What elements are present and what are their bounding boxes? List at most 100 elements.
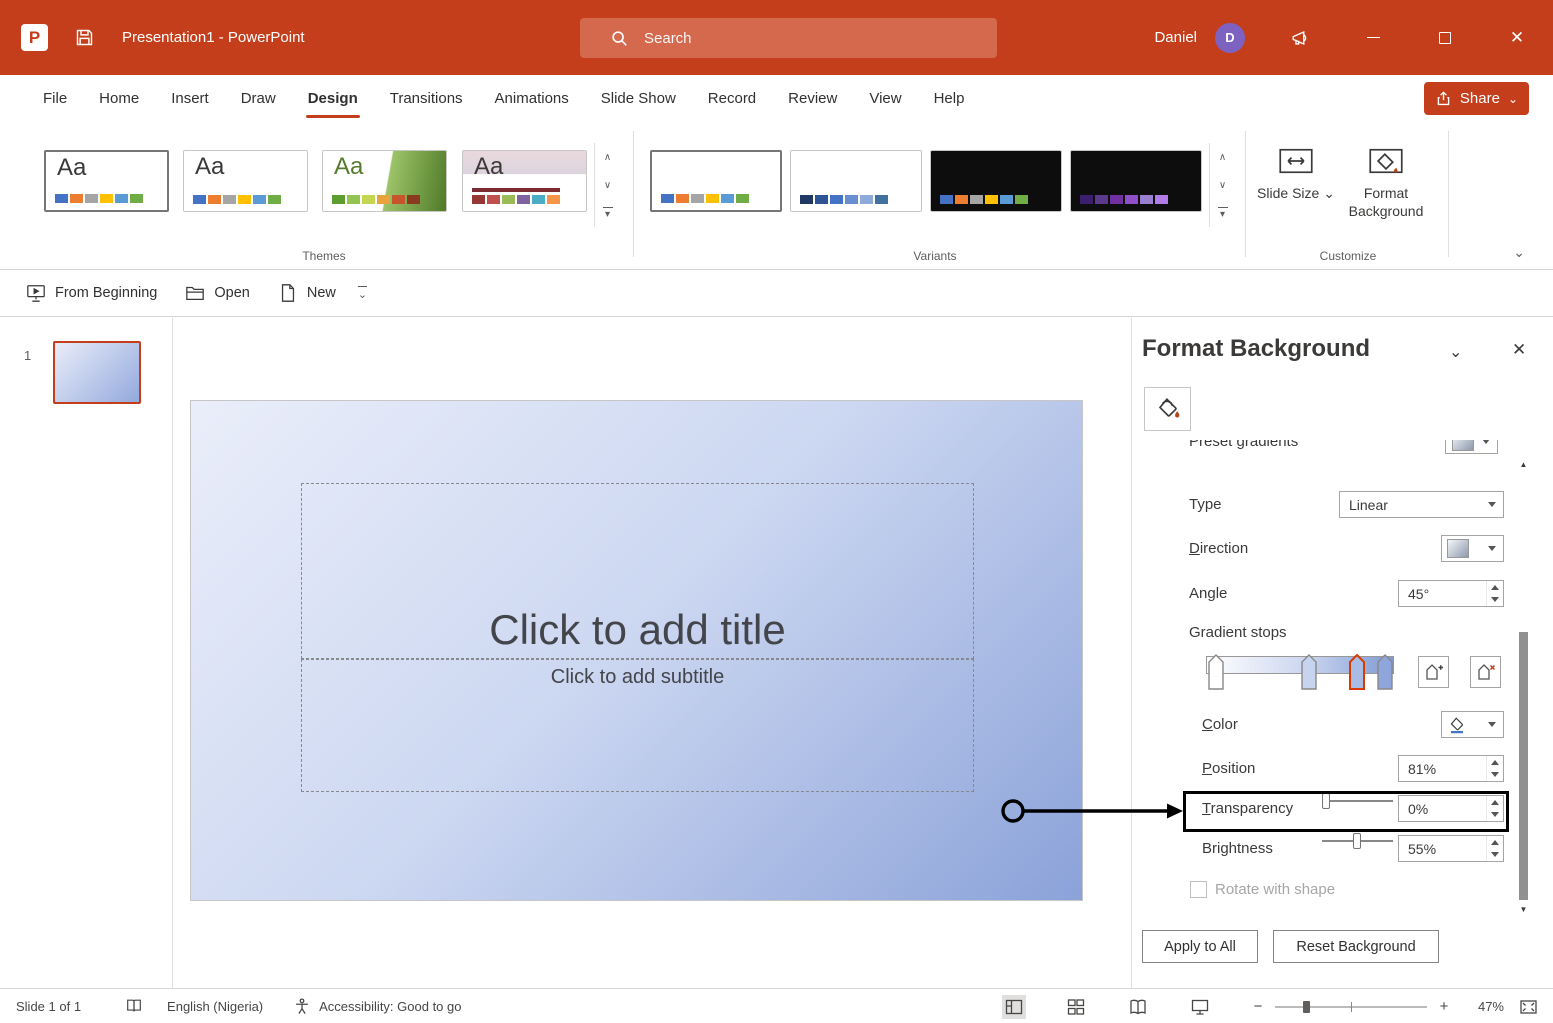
tab-draw[interactable]: Draw xyxy=(225,75,292,121)
slide-size-button[interactable]: Slide Size ⌄ xyxy=(1248,139,1344,247)
spin-down-icon[interactable] xyxy=(1487,594,1503,607)
minimize-button[interactable] xyxy=(1337,0,1409,75)
tab-file[interactable]: File xyxy=(27,75,83,121)
tab-review[interactable]: Review xyxy=(772,75,853,121)
scrollbar-thumb[interactable] xyxy=(1519,632,1528,900)
tab-home[interactable]: Home xyxy=(83,75,155,121)
pane-close-icon[interactable]: ✕ xyxy=(1512,340,1526,360)
search-box[interactable] xyxy=(580,18,997,58)
rotate-with-shape-checkbox[interactable] xyxy=(1190,881,1207,898)
brightness-spinner[interactable]: 55% xyxy=(1398,835,1504,862)
themes-scroll-down-icon[interactable]: ∨ xyxy=(595,171,620,199)
apply-to-all-button[interactable]: Apply to All xyxy=(1142,930,1258,963)
spin-up-icon[interactable] xyxy=(1487,796,1503,809)
format-background-button[interactable]: Format Background xyxy=(1338,139,1434,247)
fit-slide-to-window-button[interactable] xyxy=(1518,997,1539,1017)
variant-3[interactable] xyxy=(930,150,1062,212)
theme-office[interactable]: Aa xyxy=(44,150,169,212)
color-dropdown[interactable] xyxy=(1441,711,1504,738)
transparency-slider[interactable] xyxy=(1322,793,1393,809)
from-beginning-button[interactable]: From Beginning xyxy=(12,270,171,316)
fill-tab-button[interactable] xyxy=(1144,387,1191,431)
spin-up-icon[interactable] xyxy=(1487,836,1503,849)
zoom-out-button[interactable]: − xyxy=(1250,998,1266,1015)
title-placeholder[interactable]: Click to add title xyxy=(301,483,974,659)
spin-up-icon[interactable] xyxy=(1487,756,1503,769)
variants-more-icon[interactable]: ▾ xyxy=(1210,199,1235,227)
gradient-stop-2[interactable] xyxy=(1301,654,1317,690)
tab-slide-show[interactable]: Slide Show xyxy=(585,75,692,121)
reading-view-button[interactable] xyxy=(1126,995,1150,1019)
spin-up-icon[interactable] xyxy=(1487,581,1503,594)
slide-show-button[interactable] xyxy=(1188,995,1212,1019)
slider-handle[interactable] xyxy=(1322,793,1330,809)
zoom-in-button[interactable]: + xyxy=(1436,998,1452,1015)
position-spinner[interactable]: 81% xyxy=(1398,755,1504,782)
gradient-stop-4[interactable] xyxy=(1377,654,1393,690)
slider-handle[interactable] xyxy=(1353,833,1361,849)
spin-down-icon[interactable] xyxy=(1487,809,1503,822)
maximize-button[interactable] xyxy=(1409,0,1481,75)
gradient-stop-1[interactable] xyxy=(1208,654,1224,690)
tab-animations[interactable]: Animations xyxy=(479,75,585,121)
tab-design[interactable]: Design xyxy=(292,75,374,121)
brightness-slider[interactable] xyxy=(1322,833,1393,849)
pane-scrollbar[interactable]: ▲ ▼ xyxy=(1516,440,1531,918)
add-gradient-stop-button[interactable] xyxy=(1418,656,1449,688)
avatar[interactable]: D xyxy=(1215,22,1245,53)
collapse-ribbon-icon[interactable]: ⌄ xyxy=(1513,244,1525,261)
zoom-percent[interactable]: 47% xyxy=(1466,999,1504,1014)
tab-transitions[interactable]: Transitions xyxy=(374,75,479,121)
transparency-spinner[interactable]: 0% xyxy=(1398,795,1504,822)
tab-record[interactable]: Record xyxy=(692,75,772,121)
variants-scroll-up-icon[interactable]: ∧ xyxy=(1210,143,1235,171)
theme-4[interactable]: Aa xyxy=(462,150,587,212)
language-button[interactable]: English (Nigeria) xyxy=(167,999,263,1014)
spin-down-icon[interactable] xyxy=(1487,849,1503,862)
theme-3[interactable]: Aa xyxy=(322,150,447,212)
variant-4[interactable] xyxy=(1070,150,1202,212)
tab-view[interactable]: View xyxy=(853,75,917,121)
zoom-handle[interactable] xyxy=(1303,1000,1310,1013)
spell-check-button[interactable] xyxy=(125,997,143,1015)
tab-help[interactable]: Help xyxy=(918,75,981,121)
customize-toolbar-chevron-icon[interactable]: ⌄ xyxy=(358,286,367,301)
accessibility-checker-button[interactable] xyxy=(293,997,311,1015)
user-name[interactable]: Daniel xyxy=(1154,29,1197,46)
variants-gallery-scroll: ∧ ∨ ▾ xyxy=(1209,143,1235,227)
tab-insert[interactable]: Insert xyxy=(155,75,225,121)
themes-scroll-up-icon[interactable]: ∧ xyxy=(595,143,620,171)
remove-gradient-stop-button[interactable] xyxy=(1470,656,1501,688)
powerpoint-logo-icon[interactable]: P xyxy=(21,24,48,51)
variants-scroll-down-icon[interactable]: ∨ xyxy=(1210,171,1235,199)
close-button[interactable]: ✕ xyxy=(1481,0,1553,75)
direction-dropdown[interactable] xyxy=(1441,535,1504,562)
gradient-stop-3-selected[interactable] xyxy=(1349,653,1365,690)
theme-2[interactable]: Aa xyxy=(183,150,308,212)
type-dropdown[interactable]: Linear xyxy=(1339,491,1504,518)
angle-spinner[interactable]: 45° xyxy=(1398,580,1504,607)
accessibility-status[interactable]: Accessibility: Good to go xyxy=(319,999,461,1014)
slide-sorter-view-button[interactable] xyxy=(1064,995,1088,1019)
coming-soon-button[interactable] xyxy=(1265,0,1337,75)
pane-collapse-chevron-icon[interactable]: ⌄ xyxy=(1449,342,1462,362)
variant-1[interactable] xyxy=(650,150,782,212)
spin-down-icon[interactable] xyxy=(1487,769,1503,782)
variant-2[interactable] xyxy=(790,150,922,212)
zoom-slider[interactable] xyxy=(1275,999,1427,1015)
themes-more-icon[interactable]: ▾ xyxy=(595,199,620,227)
slide-canvas[interactable]: Click to add title Click to add subtitle xyxy=(190,400,1083,901)
scroll-up-icon[interactable]: ▲ xyxy=(1516,460,1531,469)
open-button[interactable]: Open xyxy=(171,270,263,316)
save-button[interactable] xyxy=(74,27,95,48)
new-button[interactable]: New xyxy=(264,270,350,316)
reset-background-button[interactable]: Reset Background xyxy=(1273,930,1439,963)
normal-view-button[interactable] xyxy=(1002,994,1026,1019)
slide-thumbnail[interactable] xyxy=(53,341,141,404)
preset-gradients-dropdown[interactable] xyxy=(1445,440,1498,454)
subtitle-placeholder[interactable]: Click to add subtitle xyxy=(301,659,974,792)
share-button[interactable]: Share ⌄ xyxy=(1423,82,1529,115)
gradient-stops-bar[interactable] xyxy=(1206,656,1394,674)
scroll-down-icon[interactable]: ▼ xyxy=(1516,905,1531,914)
search-input[interactable] xyxy=(644,29,985,47)
